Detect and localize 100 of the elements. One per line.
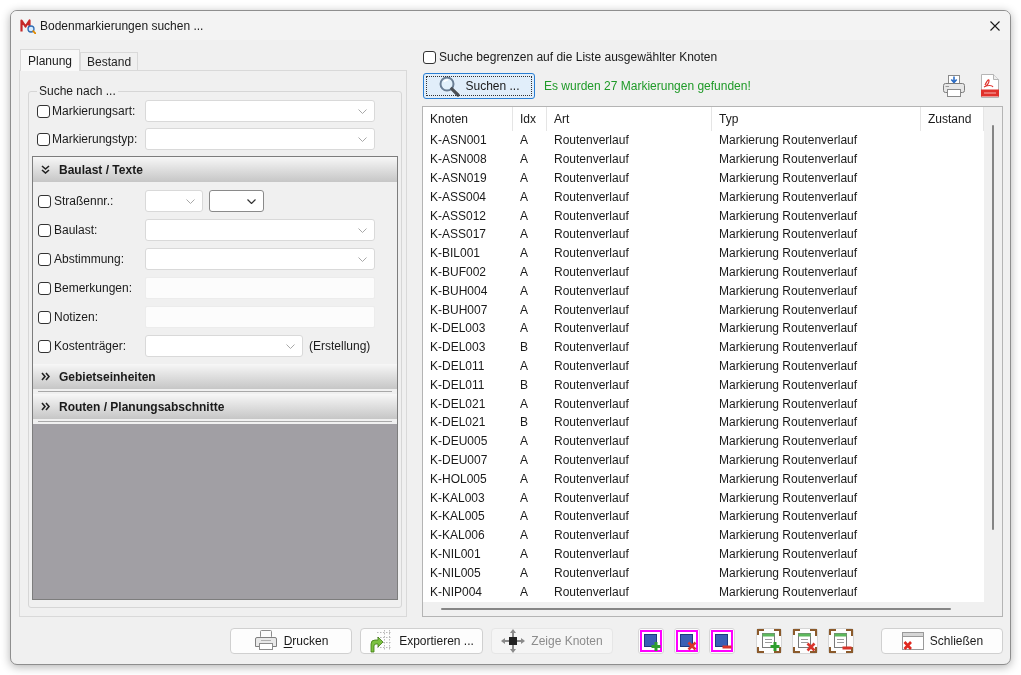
table-cell-text: K-DEL003 [429, 339, 487, 357]
checkbox[interactable] [38, 310, 51, 324]
table-cell-text: Markierung Routenverlauf [718, 508, 859, 526]
checkbox[interactable] [38, 339, 51, 353]
window-title: Bodenmarkierungen suchen ... [40, 17, 204, 35]
chevron-down-icon [358, 227, 367, 233]
checkbox-label[interactable]: Straßennr.: [54, 192, 114, 210]
framed-list-cross-icon [793, 629, 817, 653]
table-cell-text: A [519, 395, 529, 413]
crosshair-arrows-icon [501, 629, 526, 653]
toolbar-button[interactable] [828, 628, 854, 654]
table-cell-text: Markierung Routenverlauf [718, 395, 859, 413]
pdf-file-icon[interactable] [980, 74, 1000, 98]
table-cell-text: A [519, 545, 529, 563]
table-cell-text: Routenverlauf [553, 226, 630, 244]
checkbox-label[interactable]: Markierungstyp: [52, 130, 138, 148]
section-header[interactable]: Baulast / Texte [33, 157, 397, 182]
close-dialog-button[interactable]: Schließen [881, 628, 1003, 654]
table-cell-text: Routenverlauf [553, 170, 630, 187]
tab[interactable]: Planung [20, 49, 81, 71]
chevron-down-icon [286, 343, 295, 349]
table-cell-text: Routenverlauf [553, 451, 630, 469]
export-arrow-icon [369, 629, 394, 653]
table-cell-text: Routenverlauf [553, 301, 630, 319]
table-cell-text: Markierung Routenverlauf [718, 188, 859, 206]
table-cell-text: K-ASN008 [429, 151, 488, 169]
checkbox[interactable] [423, 50, 436, 64]
table-cell-text: Routenverlauf [553, 376, 630, 394]
table-cell-text: A [519, 564, 529, 582]
table-cell-text: K-DEL011 [429, 357, 486, 375]
table-cell-text: A [519, 132, 529, 150]
checkbox-label[interactable]: Bemerkungen: [54, 279, 133, 297]
table-cell-text: A [519, 245, 529, 263]
table-cell-text: B [519, 414, 529, 432]
table-cell-text: K-NIL005 [429, 564, 482, 582]
toolbar-button[interactable]: Drucken [230, 628, 352, 654]
section-header[interactable]: Gebietseinheiten [33, 364, 397, 389]
note-text: (Erstellung) [309, 338, 371, 355]
table-cell-text: K-BIL001 [429, 245, 482, 263]
table-cell-text: B [519, 339, 529, 357]
printer-download-icon[interactable] [942, 74, 966, 98]
group-box-title: Suche nach ... [38, 84, 117, 98]
table-cell-text: Markierung Routenverlauf [718, 376, 859, 394]
horizontal-scrollbar[interactable] [423, 602, 1002, 616]
app-logo-icon [20, 17, 36, 34]
table-cell-text: A [519, 188, 529, 206]
table-cell-text: K-KAL003 [429, 489, 486, 507]
checkbox[interactable] [37, 104, 50, 118]
table-cell-text: K-HOL005 [429, 470, 488, 488]
toolbar-button[interactable] [756, 628, 782, 654]
table-cell-text: Routenverlauf [553, 151, 630, 169]
chevron-down-icon [358, 136, 367, 142]
scrollbar-thumb[interactable] [441, 608, 951, 610]
checkbox-label[interactable]: Kostenträger: [54, 337, 127, 355]
square-minus-icon [711, 630, 733, 652]
checkbox-label[interactable]: Abstimmung: [54, 250, 125, 268]
column-header[interactable]: Knoten [423, 107, 513, 131]
square-plus-icon [640, 630, 662, 652]
table-cell-text: A [519, 301, 529, 319]
search-button[interactable]: Suchen ... [423, 73, 535, 99]
table-cell-text: A [519, 583, 529, 601]
table-cell-text: Markierung Routenverlauf [718, 357, 859, 375]
chevron-down-icon [247, 198, 256, 204]
chevron-down-icon [358, 108, 367, 114]
toolbar-button[interactable] [792, 628, 818, 654]
table-cell-text: A [519, 433, 529, 451]
vertical-scrollbar[interactable] [984, 107, 1002, 602]
column-header[interactable]: Art [547, 107, 712, 131]
checkbox[interactable] [38, 223, 51, 237]
checkbox-label[interactable]: Markierungsart: [52, 102, 136, 120]
table-cell-text: K-ASN001 [429, 132, 488, 150]
table-cell-text: Markierung Routenverlauf [718, 414, 859, 432]
checkbox[interactable] [38, 281, 51, 295]
status-message: Es wurden 27 Markierungen gefunden! [544, 78, 751, 95]
checkbox-label[interactable]: Suche begrenzen auf die Liste ausgewählter Knoten [439, 48, 718, 66]
table-cell-text: Routenverlauf [553, 527, 630, 545]
tab[interactable]: Bestand [80, 52, 139, 70]
section-header[interactable]: Routen / Planungsabschnitte [33, 394, 397, 419]
table-cell-text: A [519, 226, 529, 244]
checkbox-label[interactable]: Notizen: [54, 308, 99, 326]
table-cell-text: K-DEU007 [429, 451, 489, 469]
table-cell-text: Routenverlauf [553, 414, 630, 432]
dropdown[interactable] [209, 190, 264, 212]
toolbar-button[interactable]: Exportieren ... [360, 628, 483, 654]
checkbox[interactable] [38, 194, 51, 208]
checkbox[interactable] [38, 252, 51, 266]
table-cell-text: Routenverlauf [553, 320, 630, 338]
table-cell-text: Markierung Routenverlauf [718, 451, 859, 469]
table-cell-text: K-ASS017 [429, 226, 488, 244]
search-icon [438, 75, 461, 97]
column-header[interactable]: Idx [513, 107, 547, 131]
table-cell-text: A [519, 451, 529, 469]
checkbox-label[interactable]: Baulast: [54, 221, 98, 239]
table-cell-text: Routenverlauf [553, 207, 630, 225]
table-cell-text: Markierung Routenverlauf [718, 489, 859, 507]
table-cell-text: K-ASS004 [429, 188, 488, 206]
scrollbar-thumb[interactable] [992, 125, 994, 530]
checkbox[interactable] [37, 132, 50, 146]
table-cell-text: A [519, 282, 529, 300]
column-header[interactable]: Typ [712, 107, 921, 131]
